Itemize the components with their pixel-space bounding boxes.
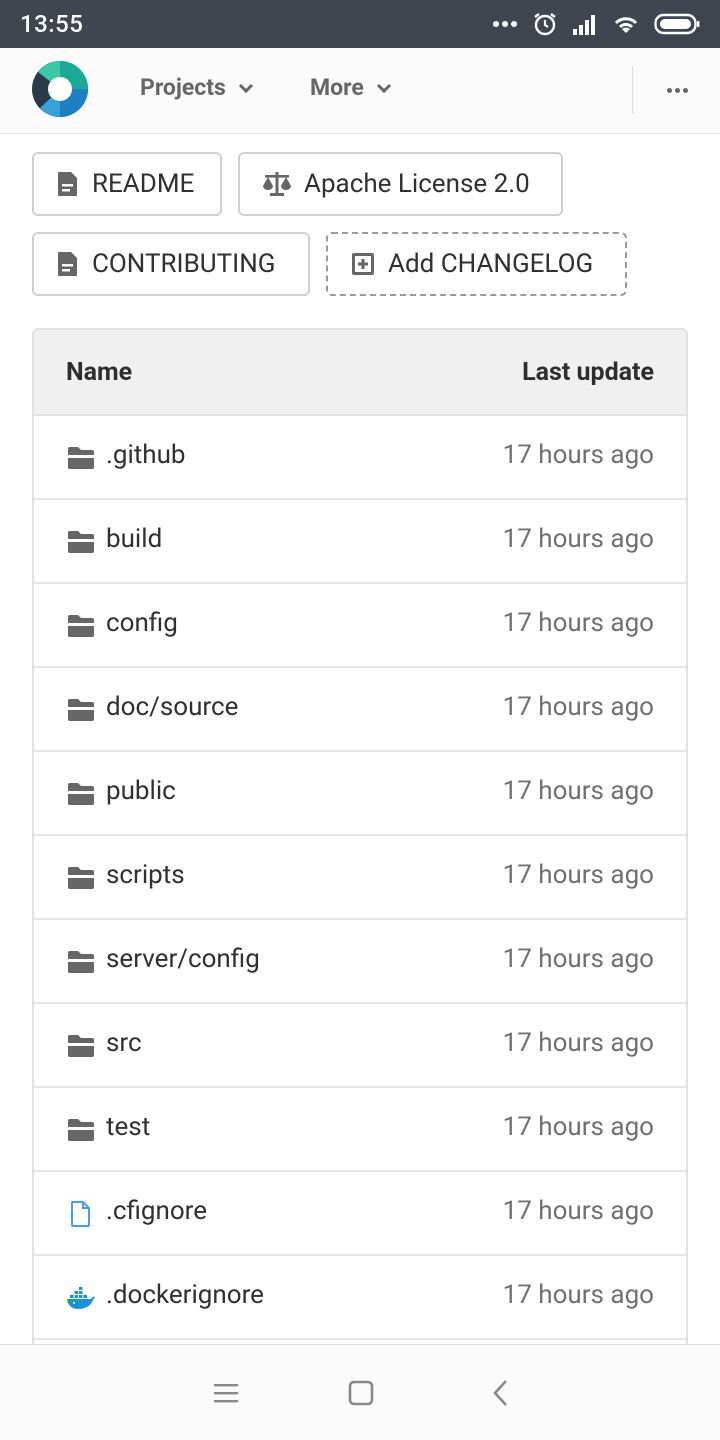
chevron-down-icon xyxy=(238,83,253,93)
top-navigation: Projects More xyxy=(0,48,720,134)
app-logo[interactable] xyxy=(32,61,88,117)
folder-icon xyxy=(68,783,94,805)
back-icon[interactable] xyxy=(486,1378,516,1408)
table-row[interactable]: src 17 hours ago xyxy=(34,1004,686,1088)
file-name[interactable]: scripts xyxy=(106,860,185,890)
add-changelog-label: Add CHANGELOG xyxy=(388,249,594,279)
last-update: 17 hours ago xyxy=(502,776,654,806)
wifi-icon xyxy=(614,17,638,33)
file-name[interactable]: src xyxy=(106,1028,142,1058)
table-row[interactable]: scripts 17 hours ago xyxy=(34,836,686,920)
license-label: Apache License 2.0 xyxy=(304,169,530,199)
projects-label: Projects xyxy=(140,74,226,101)
license-button[interactable]: Apache License 2.0 xyxy=(238,152,563,216)
signal-icon xyxy=(573,15,595,35)
folder-icon xyxy=(68,867,94,889)
table-header: Name Last update xyxy=(34,330,686,416)
table-row[interactable]: config 17 hours ago xyxy=(34,584,686,668)
scale-icon xyxy=(263,172,291,196)
last-update: 17 hours ago xyxy=(502,1196,654,1226)
last-update: 17 hours ago xyxy=(502,1028,654,1058)
battery-icon xyxy=(654,13,700,35)
last-update: 17 hours ago xyxy=(502,692,654,722)
plus-square-icon xyxy=(352,253,374,275)
dot xyxy=(674,87,680,93)
file-name[interactable]: doc/source xyxy=(106,692,238,722)
folder-icon xyxy=(68,951,94,973)
file-name[interactable]: config xyxy=(106,608,178,638)
projects-menu[interactable]: Projects xyxy=(140,74,254,101)
folder-icon xyxy=(68,447,94,469)
file-tree-table: Name Last update .github 17 hours ago bu… xyxy=(32,328,688,1358)
table-row[interactable]: doc/source 17 hours ago xyxy=(34,668,686,752)
dot xyxy=(666,87,672,93)
dot xyxy=(682,87,688,93)
folder-icon xyxy=(68,531,94,553)
alarm-icon xyxy=(534,13,556,36)
system-navigation-bar xyxy=(0,1344,720,1440)
add-changelog-button[interactable]: Add CHANGELOG xyxy=(326,232,627,296)
more-dots-icon xyxy=(493,21,517,27)
readme-label: README xyxy=(92,169,195,199)
status-icons xyxy=(492,10,700,38)
last-update: 17 hours ago xyxy=(502,860,654,890)
folder-icon xyxy=(68,699,94,721)
file-name[interactable]: server/config xyxy=(106,944,260,974)
file-icon xyxy=(71,1201,90,1227)
contributing-label: CONTRIBUTING xyxy=(92,249,276,279)
folder-icon xyxy=(68,615,94,637)
folder-icon xyxy=(68,1035,94,1057)
status-time: 13:55 xyxy=(20,10,84,38)
file-name[interactable]: .cfignore xyxy=(106,1196,207,1226)
last-update: 17 hours ago xyxy=(502,524,654,554)
document-icon xyxy=(58,172,77,196)
contributing-button[interactable]: CONTRIBUTING xyxy=(32,232,310,296)
table-row[interactable]: .dockerignore 17 hours ago xyxy=(34,1256,686,1340)
last-update: 17 hours ago xyxy=(502,608,654,638)
table-row[interactable]: build 17 hours ago xyxy=(34,500,686,584)
status-bar: 13:55 xyxy=(0,0,720,48)
more-menu[interactable]: More xyxy=(310,74,392,101)
overflow-menu-button[interactable] xyxy=(660,78,694,102)
docker-icon xyxy=(67,1287,95,1309)
nav-divider xyxy=(632,66,633,114)
last-update: 17 hours ago xyxy=(502,1280,654,1310)
column-header-name: Name xyxy=(66,358,133,387)
document-icon xyxy=(58,252,77,276)
folder-icon xyxy=(68,1119,94,1141)
menu-icon[interactable] xyxy=(211,1378,241,1408)
table-row[interactable]: test 17 hours ago xyxy=(34,1088,686,1172)
file-name[interactable]: test xyxy=(106,1112,150,1142)
last-update: 17 hours ago xyxy=(502,944,654,974)
last-update: 17 hours ago xyxy=(502,1112,654,1142)
chevron-down-icon xyxy=(376,83,391,93)
readme-button[interactable]: README xyxy=(32,152,222,216)
file-name[interactable]: .github xyxy=(106,440,186,470)
file-name[interactable]: .dockerignore xyxy=(106,1280,264,1310)
column-header-last-update: Last update xyxy=(522,358,654,387)
last-update: 17 hours ago xyxy=(502,440,654,470)
table-row[interactable]: public 17 hours ago xyxy=(34,752,686,836)
file-name[interactable]: build xyxy=(106,524,162,554)
table-row[interactable]: server/config 17 hours ago xyxy=(34,920,686,1004)
more-label: More xyxy=(310,74,364,101)
file-name[interactable]: public xyxy=(106,776,176,806)
home-icon[interactable] xyxy=(346,1378,376,1408)
table-row[interactable]: .github 17 hours ago xyxy=(34,416,686,500)
table-row[interactable]: .cfignore 17 hours ago xyxy=(34,1172,686,1256)
